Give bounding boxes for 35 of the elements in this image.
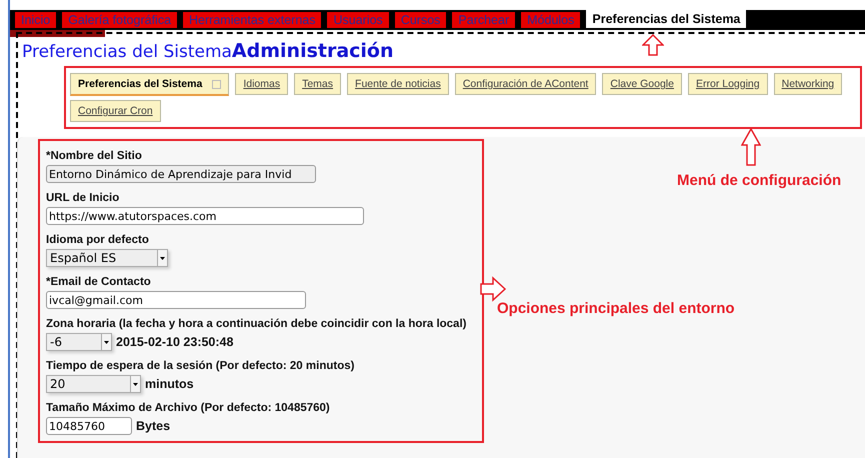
page-title: Preferencias del Sistema: [22, 42, 232, 62]
settings-tab[interactable]: Preferencias del Sistema: [70, 73, 230, 96]
field-label: *Nombre del Sitio: [46, 150, 143, 162]
field-suffix: 2015-02-10 23:50:48: [116, 335, 234, 349]
dropdown[interactable]: 20: [46, 375, 141, 393]
settings-tab[interactable]: Error Logging: [688, 73, 768, 95]
settings-tab[interactable]: Networking: [774, 73, 842, 95]
settings-tab[interactable]: Fuente de noticias: [347, 73, 449, 95]
caret-icon: [104, 340, 109, 344]
section-title: Administración: [232, 40, 394, 62]
settings-tab[interactable]: Configurar Cron: [70, 100, 161, 122]
settings-tab[interactable]: Clave Google: [602, 73, 682, 95]
field-suffix: minutos: [145, 377, 194, 391]
settings-tab[interactable]: Idiomas: [235, 73, 288, 95]
settings-tab[interactable]: Temas: [294, 73, 342, 95]
field-label: Tamaño Máximo de Archivo (Por defecto: 10485760): [46, 402, 331, 414]
nav-tab[interactable]: Preferencias del Sistema: [586, 10, 746, 28]
text-field[interactable]: ivcal@gmail.com: [46, 291, 306, 309]
settings-tab[interactable]: Configuración de AContent: [454, 73, 596, 95]
dropdown[interactable]: Español ES: [46, 249, 168, 267]
collapse-icon: [212, 80, 222, 88]
text-field[interactable]: 10485760: [46, 417, 132, 435]
field-label: Zona horaria (la fecha y hora a continuación debe coincidir con la hora local): [46, 318, 468, 330]
field-label: URL de Inicio: [46, 192, 120, 204]
up-arrow-icon: [642, 34, 664, 56]
field-label: Tiempo de espera de la sesión (Por defecto: 20 minutos): [46, 360, 356, 372]
text-field[interactable]: https://www.atutorspaces.com: [46, 207, 364, 225]
annotation-label: Menú de configuración: [677, 172, 842, 189]
dropdown[interactable]: -6: [46, 333, 112, 351]
caret-icon: [160, 256, 165, 260]
field-label: Idioma por defecto: [46, 234, 150, 246]
field-suffix: Bytes: [136, 419, 170, 433]
annotation-label: Opciones principales del entorno: [497, 300, 735, 317]
caret-icon: [133, 382, 138, 386]
field-label: *Email de Contacto: [46, 276, 152, 288]
